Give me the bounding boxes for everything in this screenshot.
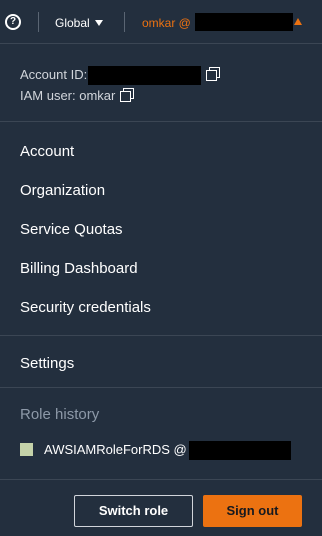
menu-item-billing-dashboard[interactable]: Billing Dashboard [0, 249, 322, 288]
iam-user-row: IAM user: omkar [20, 88, 135, 103]
copy-icon[interactable] [120, 88, 135, 102]
copy-icon[interactable] [206, 66, 221, 81]
top-nav-bar: ? Global omkar @ [0, 0, 322, 44]
region-selector[interactable]: Global [55, 16, 103, 30]
account-menu: Account Organization Service Quotas Bill… [0, 122, 322, 336]
switch-role-button[interactable]: Switch role [74, 495, 193, 527]
menu-item-service-quotas[interactable]: Service Quotas [0, 210, 322, 249]
settings-section: Settings [0, 336, 322, 388]
menu-footer: Switch role Sign out [0, 480, 322, 536]
redacted-account-alias [195, 13, 293, 31]
menu-item-account[interactable]: Account [0, 132, 322, 171]
iam-user-label: IAM user: omkar [20, 88, 116, 103]
role-history-item[interactable]: AWSIAMRoleForRDS @ [20, 441, 291, 460]
redacted-account-id [88, 66, 202, 85]
region-label: Global [55, 16, 90, 30]
caret-up-icon[interactable] [294, 18, 302, 25]
redacted-role-account [188, 441, 291, 460]
role-history-title: Role history [20, 406, 100, 423]
account-id-row: Account ID: [20, 66, 221, 85]
user-menu-toggle[interactable]: omkar @ [142, 16, 191, 30]
help-icon[interactable]: ? [5, 14, 21, 30]
user-menu-label: omkar @ [142, 16, 191, 30]
menu-item-security-credentials[interactable]: Security credentials [0, 288, 322, 327]
menu-item-organization[interactable]: Organization [0, 171, 322, 210]
sign-out-button[interactable]: Sign out [203, 495, 302, 527]
caret-down-icon [94, 20, 103, 26]
divider [38, 12, 39, 32]
account-info-section: Account ID: IAM user: omkar [0, 44, 322, 122]
menu-item-settings[interactable]: Settings [0, 344, 322, 383]
role-color-swatch [20, 442, 33, 456]
role-label: AWSIAMRoleForRDS @ [44, 441, 187, 457]
role-history-section: Role history AWSIAMRoleForRDS @ [0, 388, 322, 480]
account-id-label: Account ID: [20, 66, 88, 82]
divider [124, 12, 125, 32]
